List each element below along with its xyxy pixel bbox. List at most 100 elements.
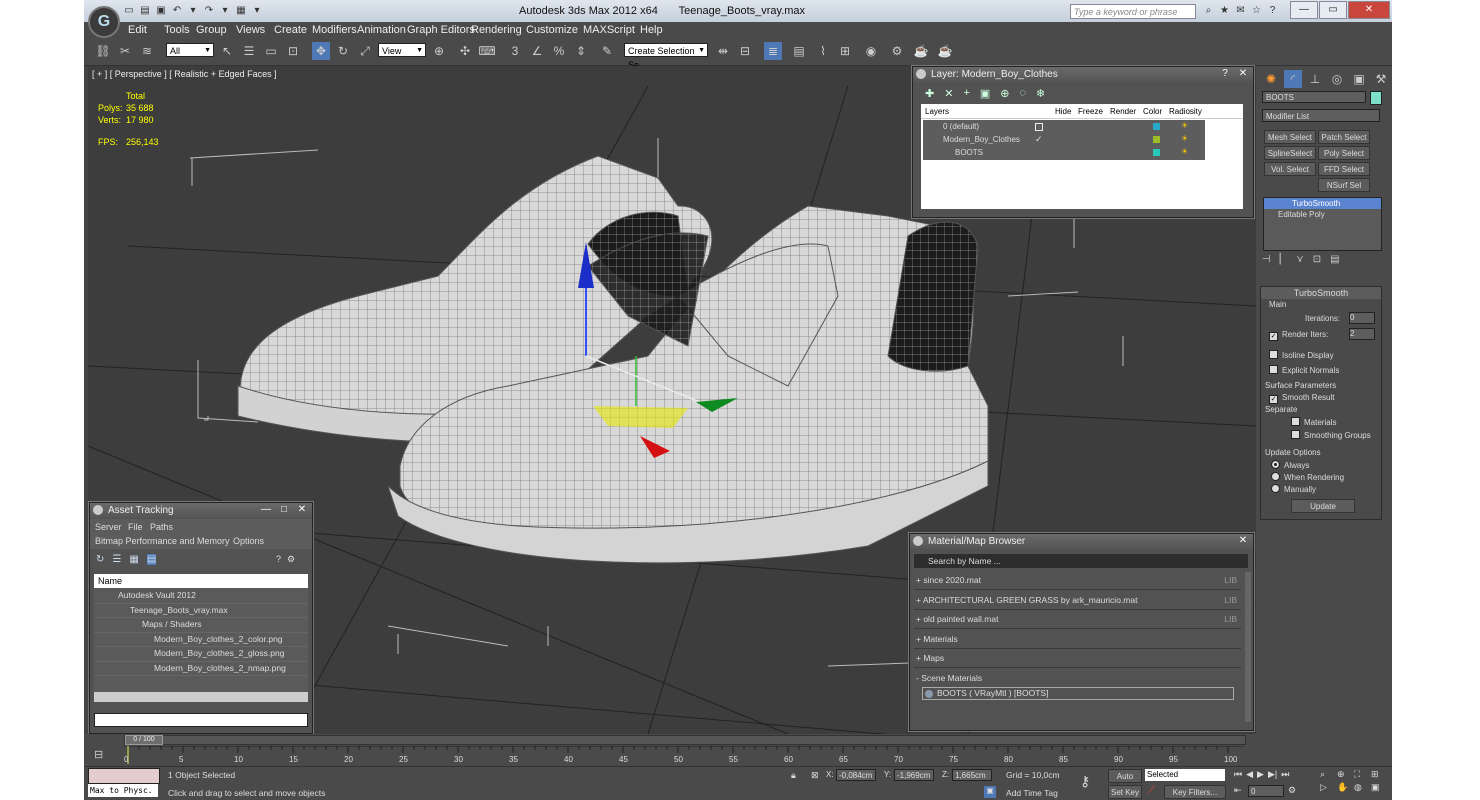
configure-modifier-sets-icon[interactable]: ▤ (1330, 254, 1339, 265)
render-production-icon[interactable]: ☕ (936, 42, 954, 60)
favorites-icon[interactable]: ☆ (1250, 4, 1263, 18)
col-color[interactable]: Color (1143, 107, 1162, 116)
asset-item-maps[interactable]: Maps / Shaders (94, 618, 308, 633)
viewport-label[interactable]: [ + ] [ Perspective ] [ Realistic + Edge… (92, 69, 277, 79)
z-coordinate-field[interactable]: 1,665cm (952, 769, 992, 781)
redo-icon[interactable]: ↷ (202, 4, 216, 18)
key-mode-toggle-icon[interactable]: ⇤ (1234, 785, 1242, 796)
current-layer-icon[interactable] (1035, 123, 1043, 131)
render-setup-icon[interactable]: ⚙ (888, 42, 906, 60)
auto-key-button[interactable]: Auto Key (1108, 769, 1142, 795)
named-selection-sets-dropdown[interactable]: Create Selection Se (624, 43, 708, 70)
infocenter-search-input[interactable]: Type a keyword or phrase (1070, 4, 1196, 19)
layer-row[interactable]: 0 (default) ☀ (923, 120, 1205, 133)
spinner-snap-icon[interactable]: ⇕ (572, 42, 590, 60)
display-tab-icon[interactable]: ▣ (1350, 70, 1368, 88)
maxscript-listener-pink[interactable] (88, 768, 160, 784)
col-freeze[interactable]: Freeze (1078, 107, 1103, 116)
pin-stack-icon[interactable]: ⊣ (1262, 254, 1271, 265)
nsurf-sel-button[interactable]: NSurf Sel (1318, 178, 1370, 192)
layer-dialog-title-bar[interactable]: Layer: Modern_Boy_Clothes ? ✕ (913, 67, 1253, 82)
smooth-result-checkbox[interactable]: ✓ Smooth Result (1269, 393, 1334, 404)
edit-named-selection-icon[interactable]: ✎ (598, 42, 616, 60)
col-hide[interactable]: Hide (1055, 107, 1071, 116)
y-coordinate-field[interactable]: -1,969cm (894, 769, 934, 781)
asset-menu-server[interactable]: Server (95, 522, 122, 532)
layer-dialog-close-button[interactable]: ✕ (1235, 68, 1251, 80)
zoom-all-icon[interactable]: ⊕ (1337, 769, 1351, 780)
render-iters-checkbox[interactable]: ✓ Render Iters: (1269, 330, 1328, 341)
asset-menu-options[interactable]: Options (233, 536, 264, 546)
select-and-scale-icon[interactable]: ⤢ (356, 42, 374, 60)
motion-tab-icon[interactable]: ◎ (1328, 70, 1346, 88)
menu-edit[interactable]: Edit (128, 24, 147, 36)
curve-editor-icon[interactable]: ⌇ (814, 42, 832, 60)
asset-item-max-file[interactable]: Teenage_Boots_vray.max (94, 604, 308, 618)
rectangular-selection-icon[interactable]: ▭ (262, 42, 280, 60)
layer-color-swatch[interactable] (1153, 123, 1160, 130)
poly-select-button[interactable]: Poly Select (1318, 146, 1370, 160)
always-radio[interactable]: Always (1271, 460, 1309, 470)
asset-item-vault[interactable]: Autodesk Vault 2012 (94, 589, 308, 604)
mesh-select-button[interactable]: Mesh Select (1264, 130, 1316, 144)
radiosity-icon[interactable]: ☀ (1181, 147, 1188, 156)
help-icon[interactable]: ? (1266, 4, 1279, 18)
time-configuration-icon[interactable]: ⚙ (1288, 785, 1296, 796)
patch-select-button[interactable]: Patch Select (1318, 130, 1370, 144)
menu-customize[interactable]: Customize (526, 24, 578, 36)
asset-tracking-title-bar[interactable]: Asset Tracking — □ ✕ (90, 503, 312, 518)
thumbnail-view-icon[interactable]: ▦ (129, 554, 138, 565)
refresh-icon[interactable]: ↻ (96, 554, 104, 565)
key-mode-dropdown[interactable]: Selected (1145, 769, 1225, 781)
menu-graph-editors[interactable]: Graph Editors (407, 24, 475, 36)
keyboard-shortcut-override-icon[interactable]: ⌨ (478, 42, 496, 60)
rollout-title[interactable]: TurboSmooth (1261, 287, 1381, 299)
binoculars-icon[interactable]: ⌕ (1202, 4, 1215, 18)
freeze-all-layers-icon[interactable]: ❄ (1036, 87, 1045, 100)
go-to-end-icon[interactable]: ⏭ (1281, 769, 1289, 780)
menu-tools[interactable]: Tools (164, 24, 190, 36)
asset-menu-bitmap[interactable]: Bitmap Performance and Memory (95, 536, 230, 546)
modifier-list-dropdown[interactable]: Modifier List (1262, 109, 1380, 122)
stack-item-editable-poly[interactable]: Editable Poly (1264, 209, 1381, 220)
col-radiosity[interactable]: Radiosity (1169, 107, 1202, 116)
isoline-display-checkbox[interactable]: Isoline Display (1269, 350, 1334, 360)
select-and-rotate-icon[interactable]: ↻ (334, 42, 352, 60)
set-key-button[interactable]: Set Key (1108, 785, 1142, 799)
create-layer-icon[interactable]: ✚ (925, 87, 934, 100)
utilities-tab-icon[interactable]: ⚒ (1372, 70, 1390, 88)
object-name-field[interactable]: BOOTS (1262, 91, 1366, 103)
maximize-button[interactable]: ▭ (1319, 1, 1347, 19)
lib-row[interactable]: + ARCHITECTURAL GREEN GRASS by ark_mauri… (914, 592, 1241, 610)
align-icon[interactable]: ⊟ (736, 42, 754, 60)
asset-settings-icon[interactable]: ⚙ (287, 554, 295, 565)
material-browser-title-bar[interactable]: Material/Map Browser ✕ (910, 534, 1253, 549)
ffd-select-button[interactable]: FFD Select (1318, 162, 1370, 176)
asset-item-texture[interactable]: Modern_Boy_clothes_2_color.png (94, 633, 308, 647)
menu-maxscript[interactable]: MAXScript (583, 24, 635, 36)
time-slider-thumb[interactable]: 0 / 100 (125, 735, 163, 745)
schematic-view-icon[interactable]: ⊞ (836, 42, 854, 60)
smoothing-groups-checkbox[interactable]: Smoothing Groups (1291, 430, 1371, 440)
absolute-mode-icon[interactable]: ⊠ (811, 770, 819, 781)
asset-horizontal-scrollbar[interactable] (94, 692, 308, 702)
select-object-icon[interactable]: ↖ (218, 42, 236, 60)
material-editor-icon[interactable]: ◉ (862, 42, 880, 60)
layer-color-swatch[interactable] (1153, 149, 1160, 156)
manually-radio[interactable]: Manually (1271, 484, 1316, 494)
asset-help-icon[interactable]: ? (276, 554, 281, 565)
reference-coordinate-dropdown[interactable]: View (378, 43, 426, 58)
explicit-normals-checkbox[interactable]: Explicit Normals (1269, 365, 1339, 375)
asset-menu-file[interactable]: File (128, 522, 143, 532)
asset-item-texture[interactable]: Modern_Boy_clothes_2_gloss.png (94, 647, 308, 662)
add-time-tag-button[interactable]: Add Time Tag (1006, 788, 1058, 798)
table-view-icon[interactable]: ▤ (146, 554, 157, 565)
zoom-icon[interactable]: ⌕ (1320, 769, 1334, 780)
radiosity-icon[interactable]: ☀ (1181, 121, 1188, 130)
play-icon[interactable]: ▶ (1257, 769, 1264, 780)
lib-row[interactable]: + old painted wall.mat LIB (914, 611, 1241, 629)
previous-frame-icon[interactable]: ◀ (1246, 769, 1253, 780)
x-coordinate-field[interactable]: -0,084cm (836, 769, 876, 781)
show-end-result-icon[interactable]: ▏ (1280, 254, 1288, 265)
create-tab-icon[interactable]: ✺ (1262, 70, 1280, 88)
